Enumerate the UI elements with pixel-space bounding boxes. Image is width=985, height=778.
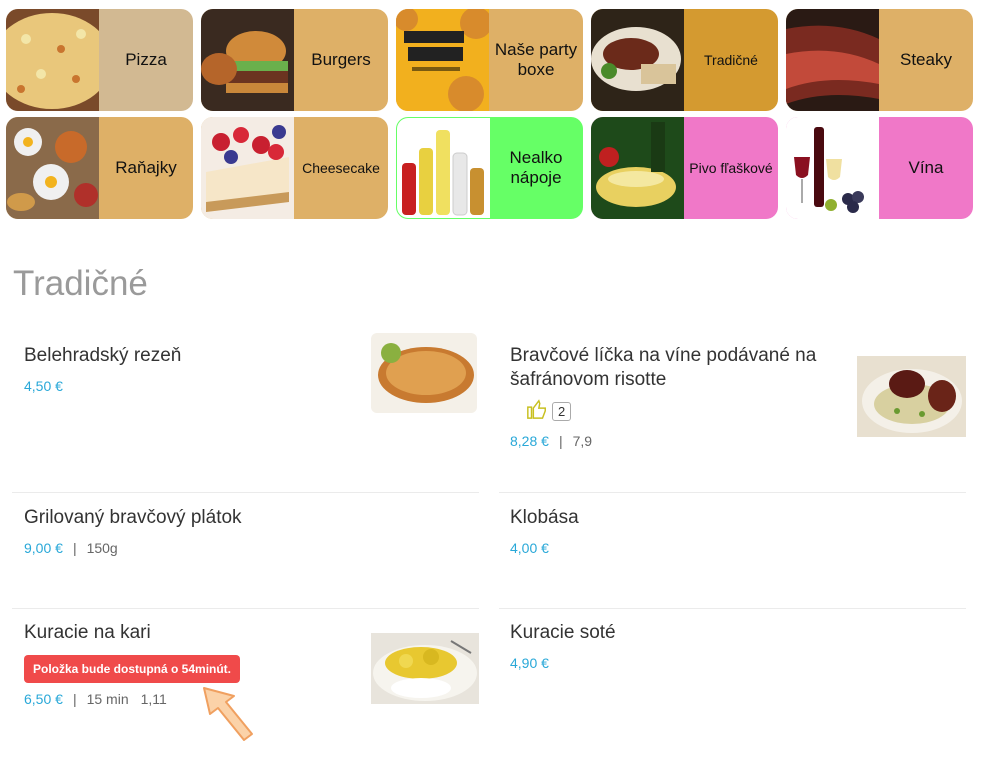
category-tile-pizza[interactable]: Pizza — [6, 9, 193, 111]
item-extra: 150g — [86, 540, 118, 556]
item-thumbnail[interactable] — [371, 333, 477, 413]
item-extra: 15 min — [86, 691, 129, 707]
category-tile-soft-drinks[interactable]: Nealko nápoje — [396, 117, 583, 219]
item-name: Kuracie na kari — [24, 622, 151, 643]
category-tile-steaks[interactable]: Steaky — [786, 9, 973, 111]
item-price: 6,50 € — [24, 691, 63, 707]
like-widget[interactable]: 2 — [526, 398, 840, 425]
item-meta: 8,28 € | 7,9 — [510, 433, 840, 449]
burgers-image — [201, 9, 294, 111]
item-meta: 9,00 € | 150g — [24, 540, 464, 556]
bottled-beer-image — [591, 117, 684, 219]
meta-separator: | — [558, 433, 563, 449]
breakfast-image — [6, 117, 99, 219]
party-box-image — [396, 9, 489, 111]
row-divider — [12, 492, 479, 493]
item-name: Belehradský rezeň — [24, 345, 182, 366]
item-name: Bravčové líčka na víne podávané na šafrá… — [510, 345, 817, 390]
menu-item-grilovany-bravcovy-platok[interactable]: Grilovaný bravčový plátok 9,00 € | 150g — [24, 506, 464, 556]
availability-badge: Položka bude dostupná o 54minút. — [24, 655, 241, 683]
wines-image — [786, 117, 879, 219]
item-extra: 7,9 — [572, 433, 593, 449]
item-price: 4,50 € — [24, 378, 63, 394]
item-price: 9,00 € — [24, 540, 63, 556]
item-thumbnail[interactable] — [857, 356, 966, 437]
menu-item-klobasa[interactable]: Klobása 4,00 € — [510, 506, 950, 556]
pointer-arrow-icon — [198, 684, 262, 750]
item-meta: 4,50 € — [24, 378, 354, 394]
menu-item-belehradsky-rezen[interactable]: Belehradský rezeň 4,50 € — [24, 344, 354, 394]
category-tile-burgers[interactable]: Burgers — [201, 9, 388, 111]
menu-item-bravcove-licka[interactable]: Bravčové líčka na víne podávané na šafrá… — [510, 344, 840, 449]
category-tile-cheesecake[interactable]: Cheesecake — [201, 117, 388, 219]
category-tile-breakfast[interactable]: Raňajky — [6, 117, 193, 219]
menu-item-kuracie-sote[interactable]: Kuracie soté 4,90 € — [510, 621, 950, 671]
item-name: Klobása — [510, 507, 579, 528]
row-divider — [499, 608, 966, 609]
item-price: 8,28 € — [510, 433, 549, 449]
item-name: Kuracie soté — [510, 622, 616, 643]
item-meta: 4,90 € — [510, 655, 950, 671]
category-label: Burgers — [311, 50, 371, 69]
category-tile-traditional[interactable]: Tradičné — [591, 9, 778, 111]
category-tile-wines[interactable]: Vína — [786, 117, 973, 219]
row-divider — [499, 492, 966, 493]
category-label: Naše party boxe — [494, 40, 578, 79]
category-label: Raňajky — [115, 158, 177, 177]
item-extra-2: 1,11 — [140, 691, 167, 707]
traditional-image — [591, 9, 684, 111]
category-label: Tradičné — [704, 51, 758, 68]
menu-item-kuracie-na-kari[interactable]: Kuracie na kari Položka bude dostupná o … — [24, 621, 354, 707]
item-meta: 6,50 € | 15 min 1,11 — [24, 691, 354, 707]
item-price: 4,00 € — [510, 540, 549, 556]
thumbs-up-icon[interactable] — [526, 398, 548, 425]
item-thumbnail[interactable] — [371, 633, 479, 704]
section-title: Tradičné — [13, 264, 148, 303]
category-tile-bottled-beer[interactable]: Pivo fľaškové — [591, 117, 778, 219]
row-divider — [12, 608, 479, 609]
meta-separator: | — [72, 540, 77, 556]
cheesecake-image — [201, 117, 294, 219]
like-count: 2 — [552, 402, 572, 421]
category-label: Pizza — [125, 50, 167, 69]
item-price: 4,90 € — [510, 655, 549, 671]
item-meta: 4,00 € — [510, 540, 950, 556]
category-label: Pivo fľaškové — [689, 159, 773, 176]
category-label: Cheesecake — [302, 159, 380, 176]
category-tile-party-boxes[interactable]: Naše party boxe — [396, 9, 583, 111]
category-label: Steaky — [900, 50, 952, 69]
soft-drinks-image — [397, 118, 490, 218]
category-label: Nealko nápoje — [509, 148, 563, 187]
item-name: Grilovaný bravčový plátok — [24, 507, 242, 528]
category-label: Vína — [908, 158, 944, 177]
steaks-image — [786, 9, 879, 111]
pizza-image — [6, 9, 99, 111]
meta-separator: | — [72, 691, 77, 707]
